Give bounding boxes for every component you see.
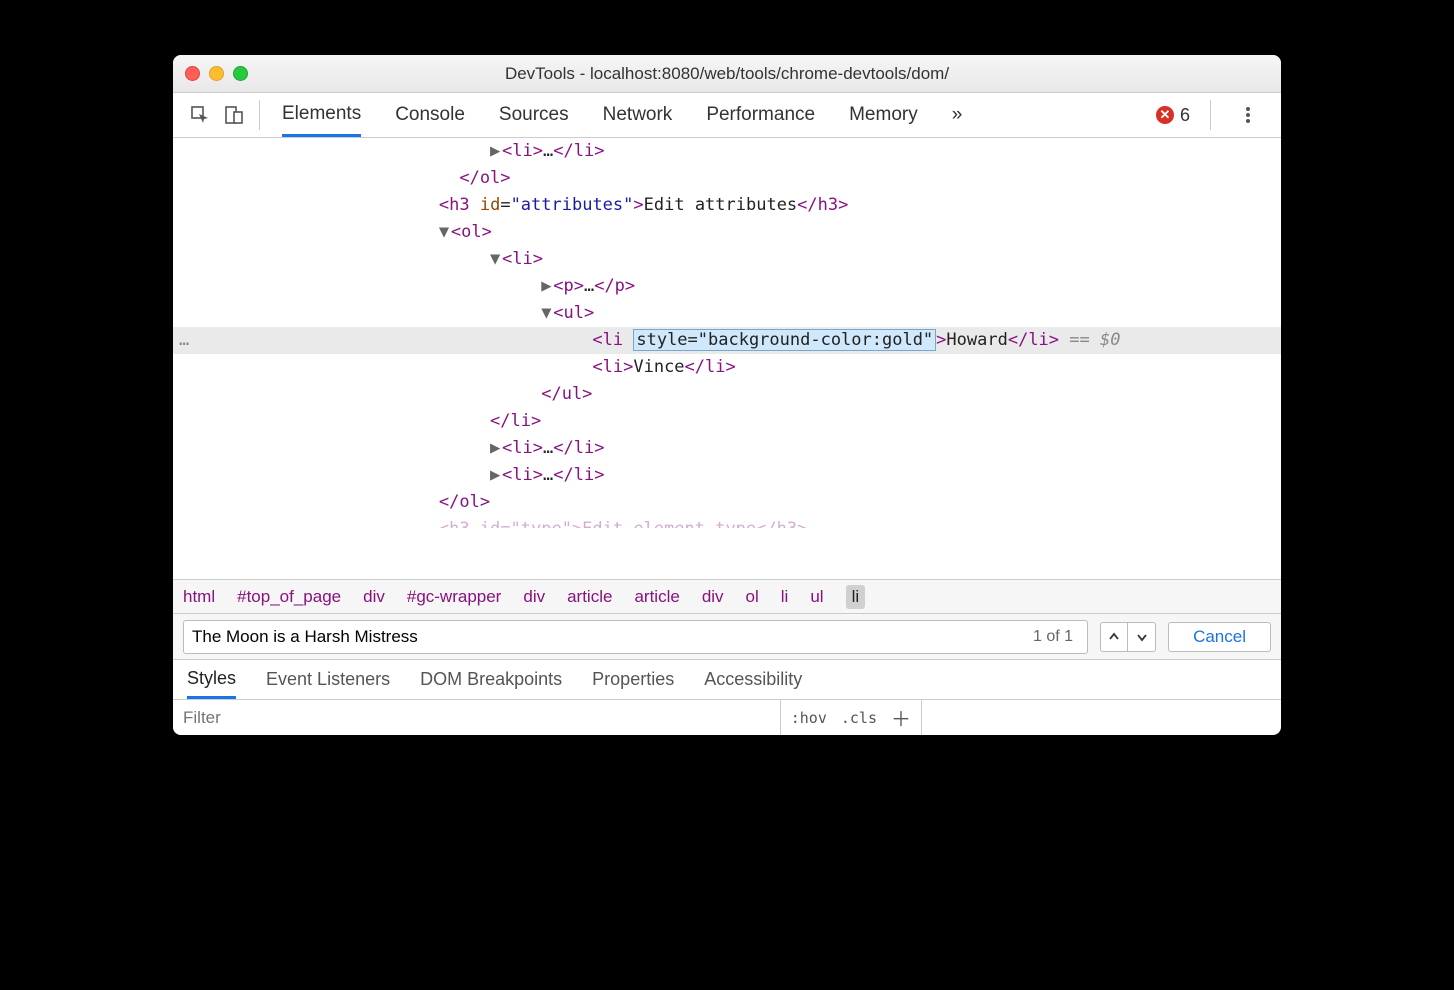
- breadcrumb-item[interactable]: ol: [746, 587, 759, 607]
- breadcrumb-item[interactable]: li: [846, 585, 866, 609]
- breadcrumb-item[interactable]: #gc-wrapper: [407, 587, 502, 607]
- search-input-wrap: 1 of 1: [183, 620, 1088, 654]
- breadcrumb-item[interactable]: div: [523, 587, 545, 607]
- tab-memory[interactable]: Memory: [849, 93, 918, 137]
- dom-node[interactable]: </ol>: [173, 489, 1281, 516]
- tab-network[interactable]: Network: [603, 93, 673, 137]
- traffic-lights: [185, 66, 248, 81]
- error-icon: ✕: [1156, 106, 1174, 124]
- breadcrumb-item[interactable]: article: [634, 587, 679, 607]
- ellipsis-icon[interactable]: …: [179, 327, 189, 354]
- tab-accessibility[interactable]: Accessibility: [704, 660, 802, 699]
- tab-console[interactable]: Console: [395, 93, 465, 137]
- breadcrumb-item[interactable]: li: [781, 587, 789, 607]
- search-bar: 1 of 1 Cancel: [173, 613, 1281, 659]
- tabs-overflow-icon[interactable]: »: [952, 93, 963, 137]
- styles-toolbar: :hov .cls ＋: [173, 699, 1281, 735]
- breadcrumb-item[interactable]: div: [702, 587, 724, 607]
- dom-node[interactable]: ▶<li>…</li>: [173, 435, 1281, 462]
- dom-breadcrumb: html #top_of_page div #gc-wrapper div article…: [173, 579, 1281, 613]
- cancel-button[interactable]: Cancel: [1168, 622, 1271, 652]
- dom-node[interactable]: … <li style="background-color:gold">Howa…: [173, 327, 1281, 354]
- minimize-window-button[interactable]: [209, 66, 224, 81]
- devtools-window: DevTools - localhost:8080/web/tools/chro…: [173, 55, 1281, 735]
- zoom-window-button[interactable]: [233, 66, 248, 81]
- main-toolbar: Elements Console Sources Network Perform…: [173, 93, 1281, 138]
- search-count: 1 of 1: [1027, 628, 1079, 646]
- close-window-button[interactable]: [185, 66, 200, 81]
- separator: [1210, 100, 1211, 130]
- inspect-element-icon[interactable]: [183, 98, 217, 132]
- dom-node[interactable]: <h3 id="type">Edit element type</h3>: [173, 516, 1281, 528]
- styles-filter-input[interactable]: [173, 700, 780, 735]
- dom-node[interactable]: </ol>: [173, 165, 1281, 192]
- dom-tree[interactable]: ▶<li>…</li> </ol> <h3 id="attributes">Ed…: [173, 138, 1281, 579]
- kebab-menu-icon[interactable]: [1231, 98, 1265, 132]
- breadcrumb-item[interactable]: article: [567, 587, 612, 607]
- error-count: 6: [1180, 105, 1190, 126]
- dom-node[interactable]: ▼<li>: [173, 246, 1281, 273]
- separator: [259, 100, 260, 130]
- hov-toggle[interactable]: :hov: [791, 709, 827, 727]
- dom-node[interactable]: <li>Vince</li>: [173, 354, 1281, 381]
- tab-properties[interactable]: Properties: [592, 660, 674, 699]
- new-style-rule-icon[interactable]: ＋: [891, 703, 911, 732]
- window-titlebar: DevTools - localhost:8080/web/tools/chro…: [173, 55, 1281, 93]
- tab-performance[interactable]: Performance: [706, 93, 815, 137]
- cls-toggle[interactable]: .cls: [841, 709, 877, 727]
- dom-node[interactable]: ▼<ol>: [173, 219, 1281, 246]
- tab-event-listeners[interactable]: Event Listeners: [266, 660, 390, 699]
- box-model-pane: [921, 700, 1281, 735]
- breadcrumb-item[interactable]: ul: [810, 587, 823, 607]
- breadcrumb-item[interactable]: #top_of_page: [237, 587, 341, 607]
- error-badge[interactable]: ✕ 6: [1156, 105, 1190, 126]
- dom-node[interactable]: ▶<li>…</li>: [173, 138, 1281, 165]
- sidebar-tabs: Styles Event Listeners DOM Breakpoints P…: [173, 659, 1281, 699]
- search-prev-button[interactable]: [1100, 622, 1128, 652]
- panel-tabs: Elements Console Sources Network Perform…: [268, 93, 1156, 137]
- dom-node[interactable]: ▼<ul>: [173, 300, 1281, 327]
- dom-node[interactable]: ▶<li>…</li>: [173, 462, 1281, 489]
- dom-node[interactable]: <h3 id="attributes">Edit attributes</h3>: [173, 192, 1281, 219]
- tab-elements[interactable]: Elements: [282, 93, 361, 137]
- dom-node[interactable]: ▶<p>…</p>: [173, 273, 1281, 300]
- dom-node[interactable]: </li>: [173, 408, 1281, 435]
- device-toolbar-icon[interactable]: [217, 98, 251, 132]
- tab-sources[interactable]: Sources: [499, 93, 569, 137]
- breadcrumb-item[interactable]: div: [363, 587, 385, 607]
- search-next-button[interactable]: [1128, 622, 1156, 652]
- tab-styles[interactable]: Styles: [187, 660, 236, 699]
- window-title: DevTools - localhost:8080/web/tools/chro…: [173, 64, 1281, 84]
- tab-dom-breakpoints[interactable]: DOM Breakpoints: [420, 660, 562, 699]
- breadcrumb-item[interactable]: html: [183, 587, 215, 607]
- search-input[interactable]: [192, 627, 1027, 647]
- dom-node[interactable]: </ul>: [173, 381, 1281, 408]
- attribute-edit-field[interactable]: style="background-color:gold": [633, 329, 936, 351]
